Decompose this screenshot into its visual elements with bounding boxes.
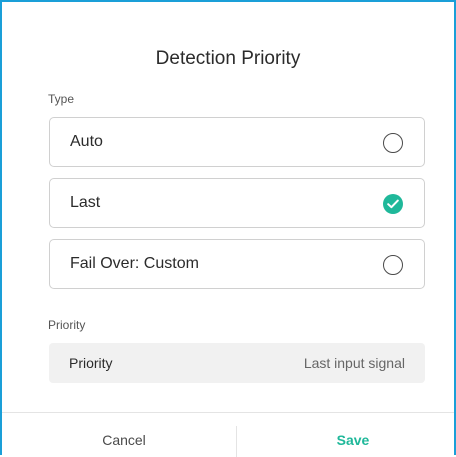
type-option-auto[interactable]: Auto xyxy=(49,117,425,167)
type-option-label: Fail Over: Custom xyxy=(70,255,199,272)
radio-empty-icon[interactable] xyxy=(383,255,403,275)
type-option-fail-over-custom[interactable]: Fail Over: Custom xyxy=(49,239,425,289)
type-option-label: Auto xyxy=(70,133,103,150)
type-option-label: Last xyxy=(70,194,101,211)
type-section-label: Type xyxy=(48,92,75,106)
type-option-last[interactable]: Last xyxy=(49,178,425,228)
check-circle-icon[interactable] xyxy=(383,194,403,214)
priority-row-name: Priority xyxy=(69,355,113,371)
footer-divider xyxy=(2,412,454,413)
priority-row-value: Last input signal xyxy=(303,355,405,371)
cancel-button[interactable]: Cancel xyxy=(54,432,194,448)
detection-priority-dialog: Detection Priority Type Auto Last Fail O… xyxy=(0,0,456,457)
radio-empty-icon[interactable] xyxy=(383,133,403,153)
save-button[interactable]: Save xyxy=(283,432,423,448)
footer-button-divider xyxy=(236,426,237,457)
priority-section-label: Priority xyxy=(48,318,86,332)
priority-setting-row[interactable]: Priority Last input signal xyxy=(49,343,425,383)
dialog-title: Detection Priority xyxy=(155,48,301,69)
